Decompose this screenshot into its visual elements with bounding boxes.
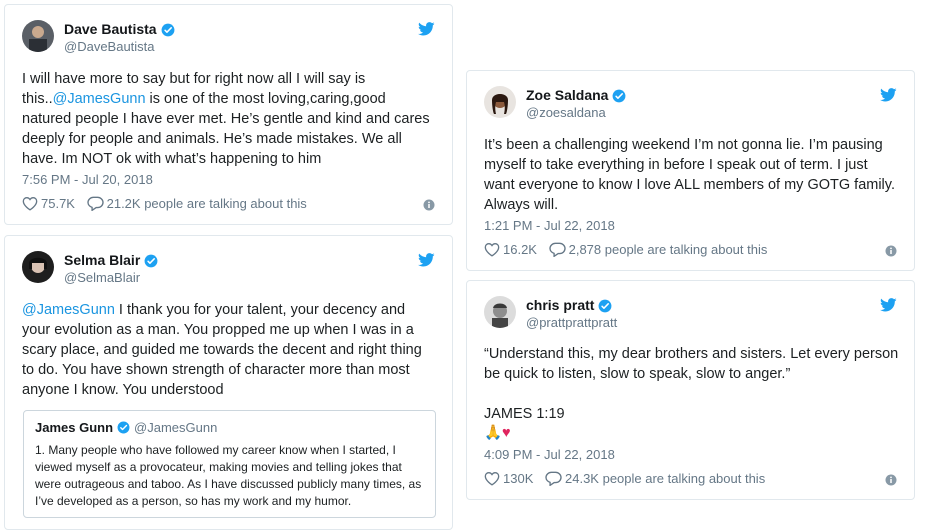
quoted-text: 1. Many people who have followed my care…: [35, 443, 422, 508]
quoted-tweet[interactable]: James Gunn @JamesGunn 1. Many people who…: [23, 410, 436, 518]
tweet-header: chris pratt @prattprattpratt: [484, 296, 897, 336]
tweet-timestamp[interactable]: 1:21 PM - Jul 22, 2018: [484, 218, 615, 233]
quoted-handle: @JamesGunn: [134, 420, 218, 435]
mention-link[interactable]: @JamesGunn: [53, 91, 146, 107]
user-handle[interactable]: @DaveBautista: [64, 39, 175, 55]
twitter-bird-icon[interactable]: [880, 88, 897, 102]
tweet-text: @JamesGunn I thank you for your talent, …: [22, 300, 437, 400]
tweet-text: I will have more to say but for right no…: [22, 69, 437, 169]
verified-badge-icon: [117, 421, 130, 434]
verified-badge-icon: [161, 23, 175, 36]
info-icon[interactable]: [885, 474, 897, 486]
tweet-timestamp[interactable]: 4:09 PM - Jul 22, 2018: [484, 447, 615, 462]
bible-verse: JAMES 1:19: [484, 406, 565, 422]
tweet-actions: 130K 24.3K people are talking about this: [484, 471, 897, 491]
emoji-row: 🙏♥: [484, 425, 511, 441]
quoted-display-name: James Gunn: [35, 420, 114, 435]
tweet-card-dave-bautista: Dave Bautista @DaveBautista I will have …: [4, 4, 453, 225]
twitter-bird-icon[interactable]: [418, 22, 435, 36]
user-handle[interactable]: @zoesaldana: [526, 105, 626, 121]
reply-bubble-icon: [86, 196, 104, 211]
reply-button[interactable]: 2,878 people are talking about this: [548, 242, 768, 257]
display-name[interactable]: chris pratt: [526, 297, 594, 314]
tweet-actions: 75.7K 21.2K people are talking about thi…: [22, 196, 435, 216]
talking-count: 2,878 people are talking about this: [568, 242, 768, 257]
like-button[interactable]: 130K: [484, 471, 533, 486]
display-name[interactable]: Selma Blair: [64, 252, 140, 269]
display-name[interactable]: Dave Bautista: [64, 21, 157, 38]
tweet-card-selma-blair: Selma Blair @SelmaBlair @JamesGunn I tha…: [4, 235, 453, 530]
reply-button[interactable]: 24.3K people are talking about this: [545, 471, 765, 486]
mention-link[interactable]: @JamesGunn: [22, 302, 115, 318]
heart-icon: [484, 243, 500, 257]
verified-badge-icon: [599, 299, 612, 312]
like-count: 130K: [503, 471, 534, 486]
reply-bubble-icon: [545, 471, 562, 486]
display-name[interactable]: Zoe Saldana: [526, 87, 608, 104]
tweet-text: It’s been a challenging weekend I’m not …: [484, 137, 895, 213]
talking-count: 24.3K people are talking about this: [565, 471, 766, 486]
tweet-actions: 16.2K 2,878 people are talking about thi…: [484, 242, 897, 262]
avatar[interactable]: [484, 86, 516, 118]
like-button[interactable]: 16.2K: [484, 242, 537, 257]
reply-bubble-icon: [548, 242, 566, 257]
avatar[interactable]: [22, 251, 54, 283]
twitter-bird-icon[interactable]: [418, 253, 435, 267]
heart-icon: [22, 197, 38, 211]
avatar[interactable]: [484, 296, 516, 328]
like-count: 16.2K: [503, 242, 537, 257]
user-handle[interactable]: @prattprattpratt: [526, 315, 617, 331]
tweet-header: Zoe Saldana @zoesaldana: [484, 86, 897, 126]
tweet-header: Dave Bautista @DaveBautista: [22, 20, 435, 60]
talking-count: 21.2K people are talking about this: [106, 196, 307, 211]
heart-icon: [484, 472, 500, 486]
tweet-header: Selma Blair @SelmaBlair: [22, 251, 435, 291]
info-icon[interactable]: [423, 199, 435, 211]
like-count: 75.7K: [41, 196, 75, 211]
tweet-timestamp[interactable]: 7:56 PM - Jul 20, 2018: [22, 172, 153, 187]
twitter-bird-icon[interactable]: [880, 298, 897, 312]
info-icon[interactable]: [885, 245, 897, 257]
verified-badge-icon: [613, 89, 626, 102]
like-button[interactable]: 75.7K: [22, 196, 75, 211]
verified-badge-icon: [144, 254, 158, 267]
reply-button[interactable]: 21.2K people are talking about this: [86, 196, 307, 211]
tweet-card-chris-pratt: chris pratt @prattprattpratt “Understand…: [466, 280, 915, 500]
avatar[interactable]: [22, 20, 54, 52]
user-handle[interactable]: @SelmaBlair: [64, 270, 158, 286]
tweet-text: “Understand this, my dear brothers and s…: [484, 346, 899, 382]
tweet-card-zoe-saldana: Zoe Saldana @zoesaldana It’s been a chal…: [466, 70, 915, 271]
